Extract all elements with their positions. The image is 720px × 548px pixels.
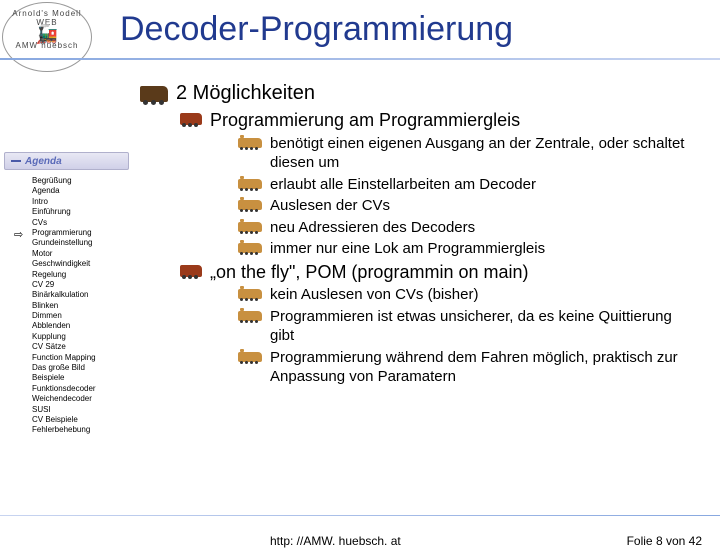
bullet-level2: „on the fly", POM (programmin on main) [180,261,720,284]
agenda-item: Funktionsdecoder [32,384,129,394]
train-bullet-icon [238,179,262,189]
bullet-level3: kein Auslesen von CVs (bisher) [238,285,720,305]
agenda-current-arrow-icon: ⇨ [14,228,23,242]
train-bullet-icon [238,222,262,232]
bullet-text: 2 Möglichkeiten [176,82,315,105]
footer-divider [0,515,720,516]
bullet-text: „on the fly", POM (programmin on main) [210,261,529,284]
agenda-title: Agenda [25,156,62,167]
agenda-header: Agenda [4,152,129,170]
bullet-level3: benötigt einen eigenen Ausgang an der Ze… [238,134,720,173]
agenda-list: BegrüßungAgendaIntroEinführungCVs ⇨ Progra… [4,176,129,436]
agenda-dash-icon [11,160,21,162]
page-title: Decoder-Programmierung [120,10,513,49]
agenda-item: Grundeinstellung [32,238,129,248]
agenda-item: Function Mapping [32,353,129,363]
agenda-item: Binärkalkulation [32,290,129,300]
agenda-item: Programmierung [32,228,129,238]
agenda-item: Intro [32,197,129,207]
bullet-text: Programmierung während dem Fahren möglic… [270,348,700,387]
agenda-item: SUSI [32,405,129,415]
train-bullet-icon [238,289,262,299]
agenda-item: Motor [32,249,129,259]
bullet-level2: Programmierung am Programmiergleis [180,109,720,132]
agenda-item: Einführung [32,207,129,217]
train-bullet-icon [238,200,262,210]
bullet-text: kein Auslesen von CVs (bisher) [270,285,478,305]
agenda-item: CV Sätze [32,342,129,352]
bullet-text: neu Adressieren des Decoders [270,218,475,238]
footer-url: http: //AMW. huebsch. at [270,534,401,548]
logo-arc-bottom: AMW huebsch [3,41,91,50]
agenda-item: Das große Bild [32,363,129,373]
bullet-level3: immer nur eine Lok am Programmiergleis [238,239,720,259]
agenda-item: Beispiele [32,373,129,383]
bullet-level3: neu Adressieren des Decoders [238,218,720,238]
bullet-level3: erlaubt alle Einstellarbeiten am Decoder [238,175,720,195]
agenda-item: Blinken [32,301,129,311]
agenda-item: CV 29 [32,280,129,290]
bullet-text: Auslesen der CVs [270,196,390,216]
header-divider [0,58,720,60]
agenda-item: Abblenden [32,321,129,331]
agenda-item: Agenda [32,186,129,196]
train-bullet-icon [238,138,262,148]
agenda-item: Begrüßung [32,176,129,186]
agenda-item: Dimmen [32,311,129,321]
agenda-item: Weichendecoder [32,394,129,404]
bullet-text: Programmierung am Programmiergleis [210,109,520,132]
brand-logo: Arnold's Modell WEB 🚂 AMW huebsch [2,2,92,72]
logo-train-icon: 🚂 [3,27,91,41]
train-bullet-icon [180,113,202,125]
bullet-level3: Auslesen der CVs [238,196,720,216]
bullet-text: Programmieren ist etwas unsicherer, da e… [270,307,700,346]
agenda-item: Kupplung [32,332,129,342]
train-bullet-icon [140,86,168,102]
bullet-text: benötigt einen eigenen Ausgang an der Ze… [270,134,700,173]
agenda-item: CVs [32,218,129,228]
train-bullet-icon [238,243,262,253]
bullet-text: immer nur eine Lok am Programmiergleis [270,239,545,259]
footer-page: Folie 8 von 42 [627,534,702,548]
agenda-item: Geschwindigkeit [32,259,129,269]
agenda-item: Fehlerbehebung [32,425,129,435]
agenda-sidebar: Agenda BegrüßungAgendaIntroEinführungCVs… [4,152,129,436]
train-bullet-icon [180,265,202,277]
train-bullet-icon [238,311,262,321]
train-bullet-icon [238,352,262,362]
bullet-level3: Programmieren ist etwas unsicherer, da e… [238,307,720,346]
bullet-level1: 2 Möglichkeiten [140,82,720,105]
agenda-item: Regelung [32,270,129,280]
agenda-item: CV Beispiele [32,415,129,425]
bullet-text: erlaubt alle Einstellarbeiten am Decoder [270,175,536,195]
bullet-level3: Programmierung während dem Fahren möglic… [238,348,720,387]
